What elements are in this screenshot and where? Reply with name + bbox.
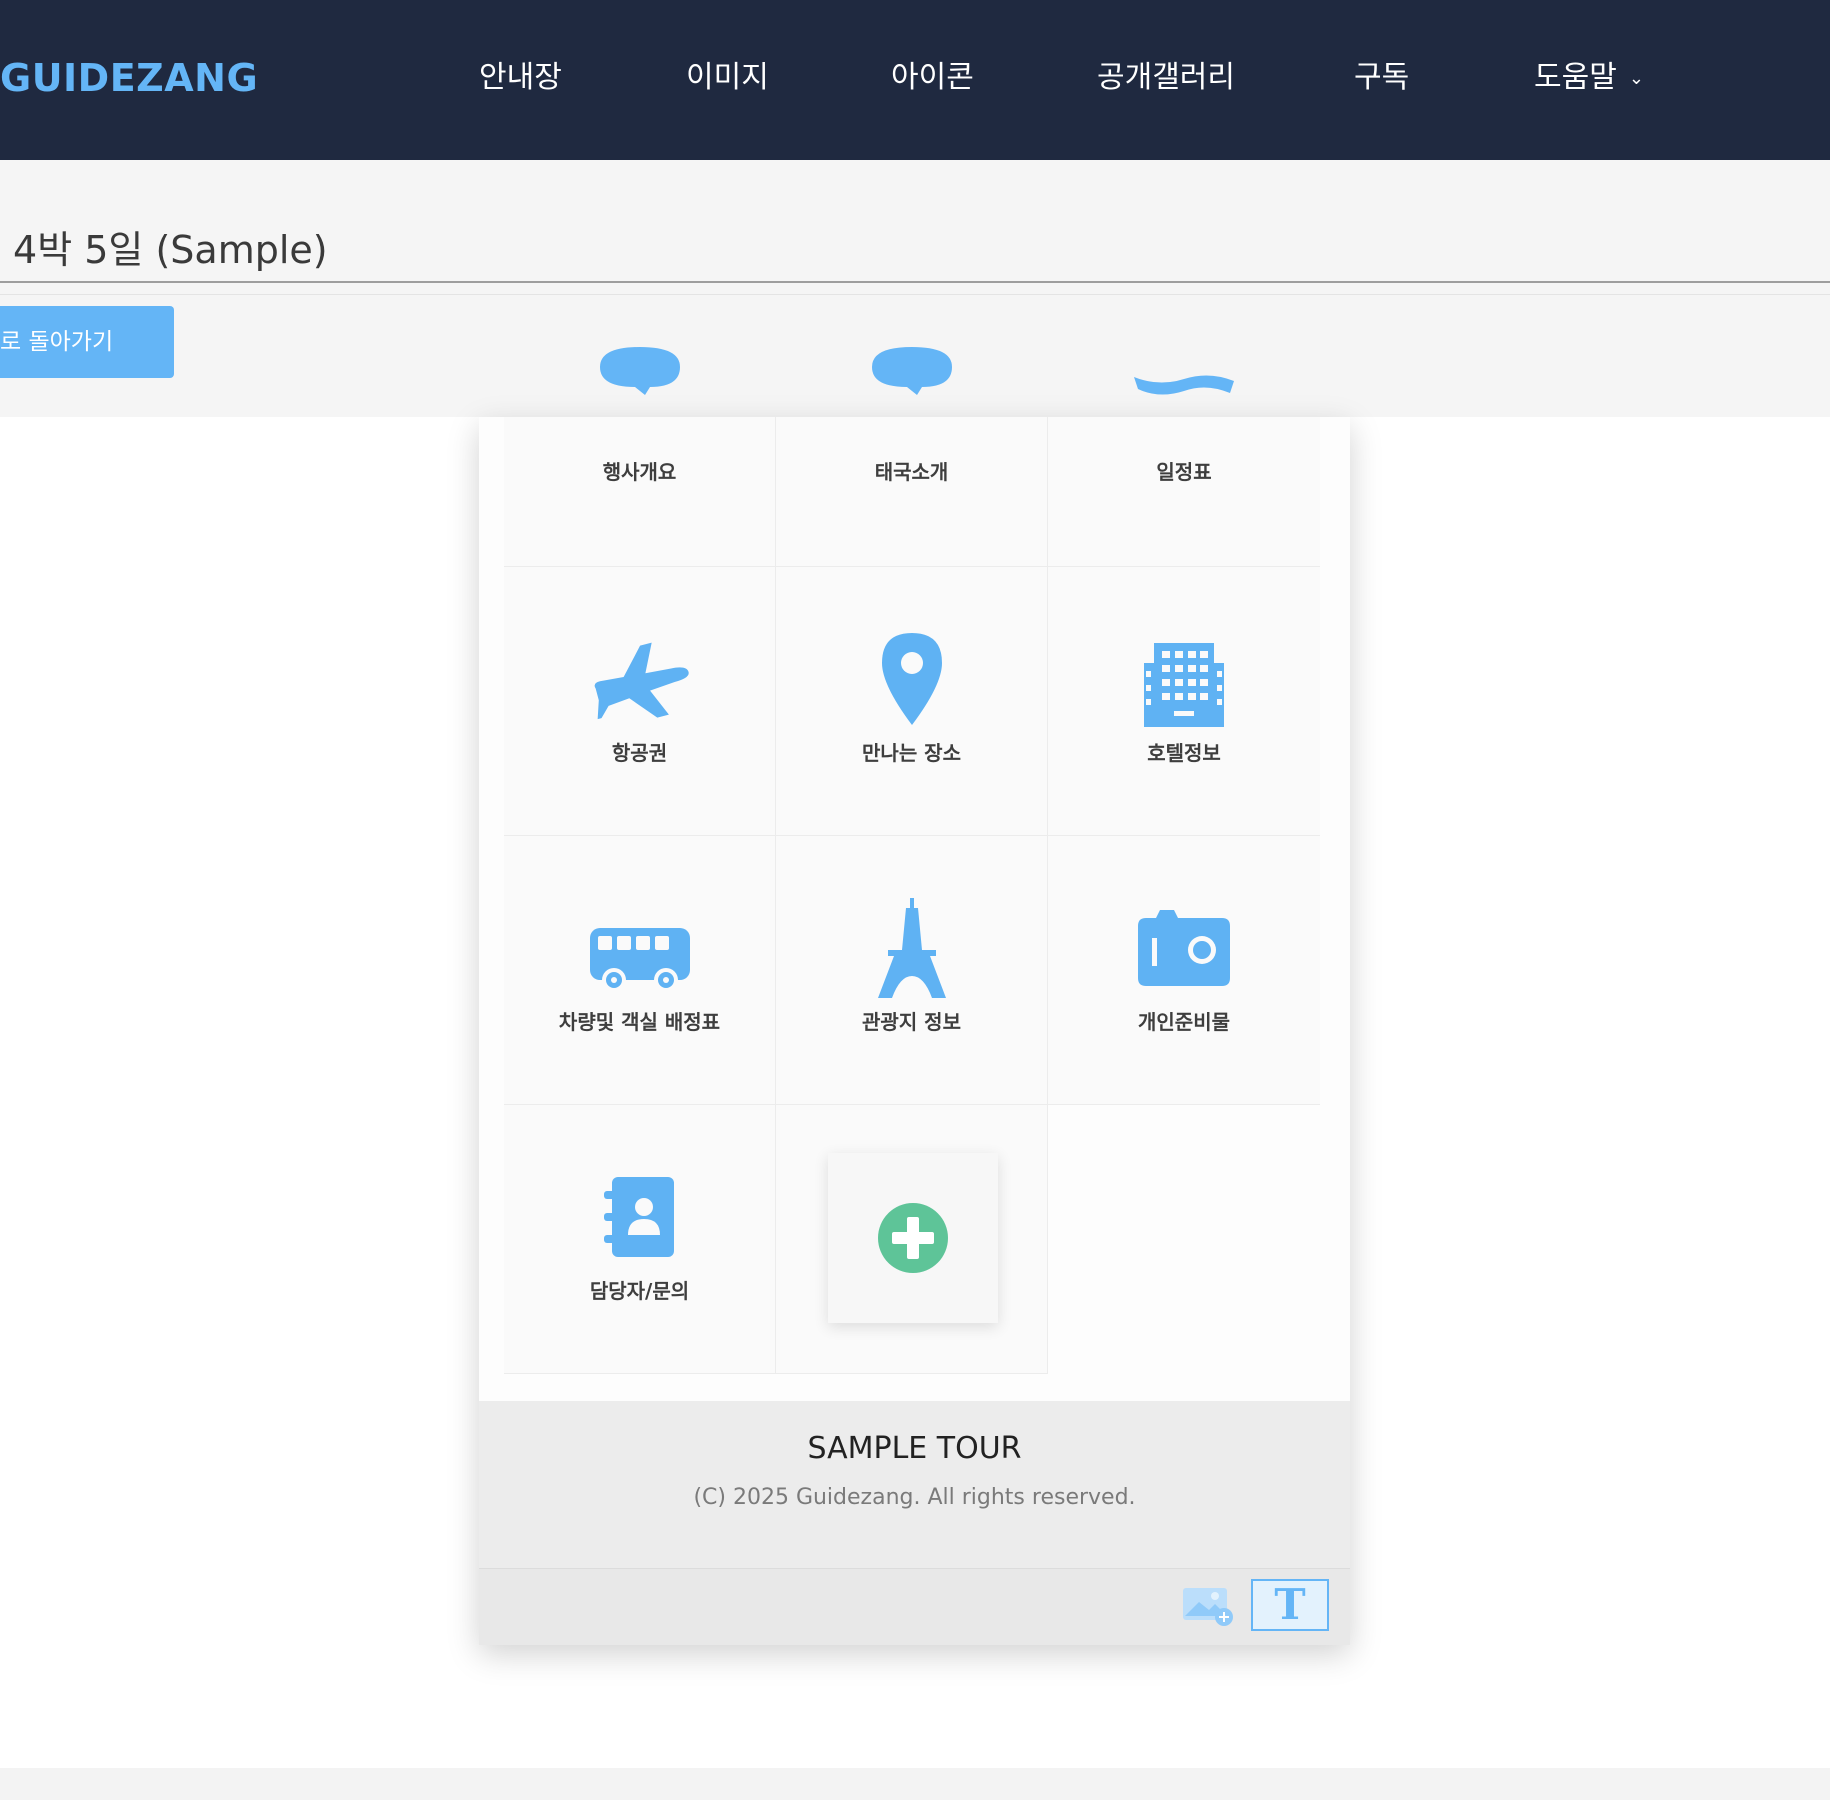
nav-item-icons[interactable]: 아이콘 — [891, 48, 974, 108]
tile-label: 호텔정보 — [1147, 741, 1221, 765]
add-tile-card[interactable] — [828, 1153, 998, 1323]
guide-footer: SAMPLE TOUR (C) 2025 Guidezang. All righ… — [479, 1401, 1350, 1568]
chevron-down-icon: ⌄ — [1628, 68, 1644, 89]
nav-item-guide[interactable]: 안내장 — [479, 48, 562, 108]
page-bottom-strip — [0, 1768, 1830, 1800]
tile-personal-items[interactable]: 개인준비물 — [1048, 836, 1320, 1105]
tile-flight-ticket[interactable]: 항공권 — [504, 567, 776, 836]
editor-toolbar: T — [479, 1568, 1350, 1645]
footer-title: SAMPLE TOUR — [807, 1431, 1022, 1466]
airplane-icon — [594, 642, 689, 720]
speech-bubble-icon — [600, 347, 680, 395]
guide-preview: 행사개요 태국소개 일정표 항공권 만나는 장소 호텔정보 차량및 객실 배정표… — [479, 347, 1350, 1645]
tile-label: 행사개요 — [602, 460, 677, 484]
tile-label: 만나는 장소 — [862, 741, 961, 765]
flag-icon — [1134, 375, 1234, 395]
footer-copyright: (C) 2025 Guidezang. All rights reserved. — [693, 1485, 1136, 1510]
nav-item-subscribe[interactable]: 구독 — [1354, 48, 1409, 108]
tile-label: 항공권 — [611, 741, 668, 765]
tile-label: 차량및 객실 배정표 — [558, 1010, 721, 1034]
plus-circle-icon — [878, 1203, 948, 1273]
tile-label: 태국소개 — [874, 460, 949, 484]
tile-label: 관광지 정보 — [862, 1010, 961, 1034]
tile-label: 담당자/문의 — [589, 1279, 690, 1303]
image-add-icon[interactable] — [1181, 1584, 1235, 1628]
text-tool-button[interactable]: T — [1251, 1579, 1329, 1631]
top-navbar: GUIDEZANG 안내장 이미지 아이콘 공개갤러리 구독 도움말 ⌄ — [0, 0, 1830, 160]
map-pin-icon — [882, 633, 942, 725]
tile-label: 일정표 — [1156, 460, 1212, 484]
brand-logo[interactable]: GUIDEZANG — [0, 48, 258, 108]
hotel-building-icon — [1144, 643, 1224, 727]
tile-vehicle-room-assignment[interactable]: 차량및 객실 배정표 — [504, 836, 776, 1105]
contact-book-icon — [604, 1177, 674, 1257]
title-divider — [0, 281, 1830, 283]
page-title: 행 4박 5일 (Sample) — [0, 228, 328, 272]
nav-item-public-gallery[interactable]: 공개갤러리 — [1097, 48, 1235, 108]
tile-label: 개인준비물 — [1138, 1010, 1230, 1034]
tile-thailand-intro[interactable]: 태국소개 — [776, 347, 1048, 567]
tile-tourist-info[interactable]: 관광지 정보 — [776, 836, 1048, 1105]
tile-schedule[interactable]: 일정표 — [1048, 375, 1320, 567]
nav-item-help[interactable]: 도움말 ⌄ — [1534, 48, 1644, 108]
speech-bubble-icon — [872, 347, 952, 395]
tile-meeting-place[interactable]: 만나는 장소 — [776, 567, 1048, 836]
bus-icon — [590, 928, 690, 992]
tile-event-overview[interactable]: 행사개요 — [504, 347, 776, 567]
tile-hotel-info[interactable]: 호텔정보 — [1048, 567, 1320, 836]
tile-add-new[interactable] — [776, 1105, 1048, 1374]
camera-icon — [1138, 910, 1230, 986]
back-button[interactable]: 로 돌아가기 — [0, 306, 174, 378]
header-divider — [0, 294, 1830, 295]
tile-contact[interactable]: 담당자/문의 — [504, 1105, 776, 1374]
nav-item-images[interactable]: 이미지 — [686, 48, 769, 108]
nav-item-help-label: 도움말 — [1534, 60, 1617, 95]
eiffel-tower-icon — [878, 898, 946, 998]
